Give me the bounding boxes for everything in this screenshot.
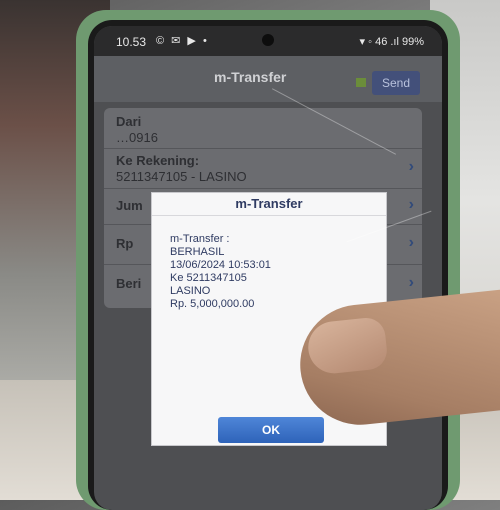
form-row-ke-rekening[interactable]: Ke Rekening: 5211347105 - LASINO › xyxy=(104,148,422,189)
chevron-right-icon: › xyxy=(408,158,414,175)
form-label-ke-rekening: Ke Rekening: xyxy=(116,153,200,168)
phone-case: 10.53 © ✉ ▶ • ▾ ◦ 46 .ıl 99% m-Transfer … xyxy=(76,10,460,510)
fingernail xyxy=(305,316,389,376)
status-indicator xyxy=(356,78,366,87)
dialog-line: 13/06/2024 10:53:01 xyxy=(170,259,271,271)
form-label-rp: Rp xyxy=(116,236,134,251)
send-button[interactable]: Send xyxy=(372,71,420,95)
form-label-dari: Dari xyxy=(116,114,142,129)
phone-screen: 10.53 © ✉ ▶ • ▾ ◦ 46 .ıl 99% m-Transfer … xyxy=(94,26,442,510)
notification-icons: © ✉ ▶ • xyxy=(156,35,209,47)
status-bar: 10.53 © ✉ ▶ • ▾ ◦ 46 .ıl 99% xyxy=(94,26,442,56)
status-right-indicators: ▾ ◦ 46 .ıl 99% xyxy=(359,36,424,48)
chevron-right-icon: › xyxy=(408,274,414,291)
dialog-line: Rp. 5,000,000.00 xyxy=(170,298,255,310)
status-time: 10.53 xyxy=(116,35,147,49)
form-label-jumlah: Jum xyxy=(116,198,143,213)
dialog-line: BERHASIL xyxy=(170,246,225,258)
app-title: m-Transfer xyxy=(214,69,287,85)
chevron-right-icon: › xyxy=(408,234,414,251)
form-value-dari: …0916 xyxy=(116,130,158,145)
dialog-line: Ke 5211347105 xyxy=(170,272,247,284)
camera-icon xyxy=(262,34,274,46)
dialog-line: m-Transfer : xyxy=(170,233,230,245)
form-value-ke-rekening: 5211347105 - LASINO xyxy=(116,169,247,184)
phone-bezel: 10.53 © ✉ ▶ • ▾ ◦ 46 .ıl 99% m-Transfer … xyxy=(88,20,448,510)
ok-button[interactable]: OK xyxy=(218,417,324,443)
chevron-right-icon: › xyxy=(408,196,414,213)
app-header: m-Transfer Send xyxy=(94,56,442,102)
form-label-berita: Beri xyxy=(116,276,142,291)
dialog-line: LASINO xyxy=(170,285,211,297)
dialog-message: m-Transfer : BERHASIL 13/06/2024 10:53:0… xyxy=(170,233,271,311)
dialog-title: m-Transfer xyxy=(152,193,386,216)
